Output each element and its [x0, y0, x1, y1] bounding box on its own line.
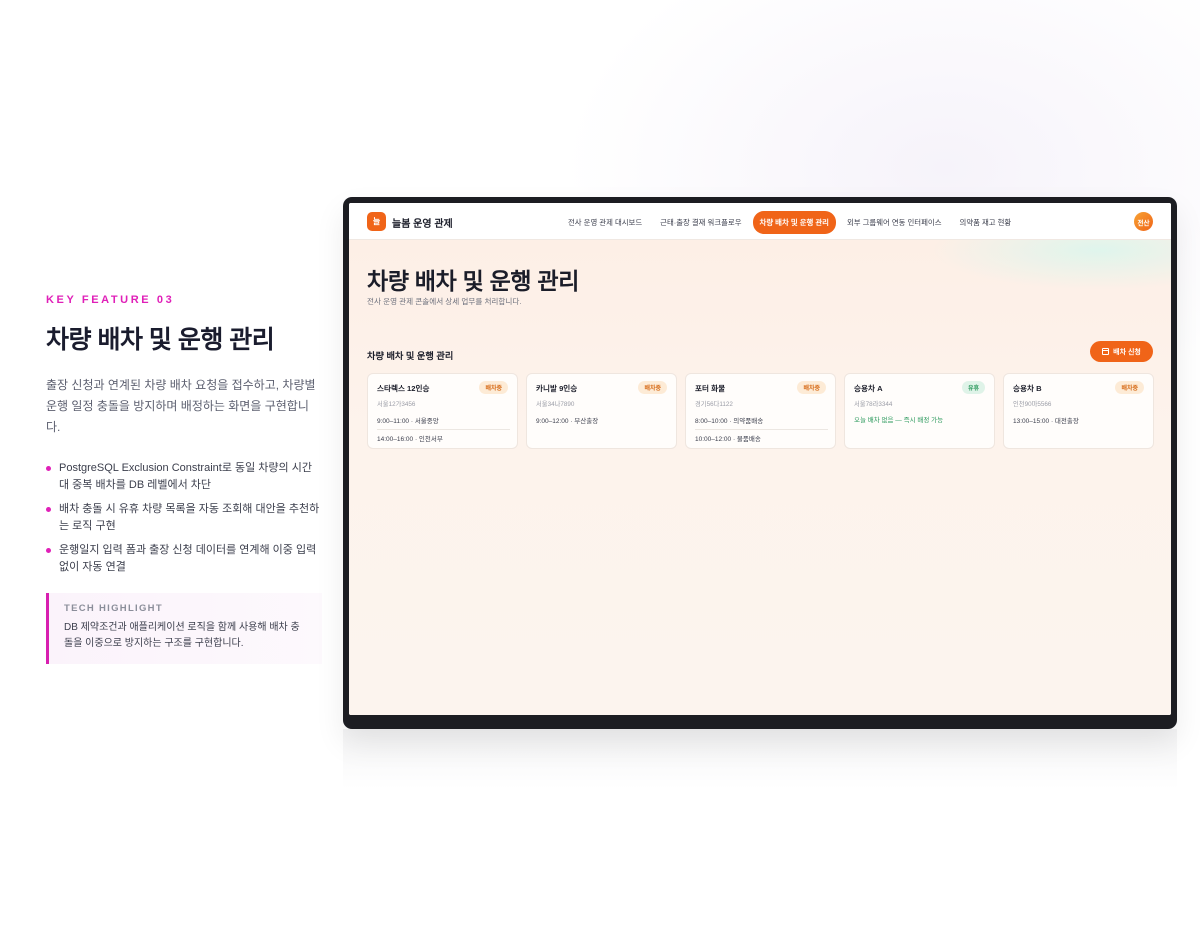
- device-reflection: [343, 729, 1177, 789]
- schedule-list: 9:00–12:00 · 부산출장: [536, 412, 669, 429]
- bullet-dot-icon: [46, 548, 51, 553]
- status-badge: 배차중: [1115, 381, 1144, 394]
- schedule-list: 8:00–10:00 · 의약품배송 10:00–12:00 · 물품배송: [695, 412, 828, 447]
- schedule-list: 오늘 배차 없음 — 즉시 배정 가능: [854, 412, 987, 428]
- main-nav: 전사 운영 관제 대시보드 근태·출장 결재 워크플로우 차량 배차 및 운행 …: [561, 211, 1018, 234]
- tech-highlight-label: TECH HIGHLIGHT: [64, 603, 163, 614]
- nav-item-approval-workflow[interactable]: 근태·출장 결재 워크플로우: [653, 211, 748, 234]
- schedule-list: 9:00–11:00 · 서울중앙 14:00–16:00 · 인천서부: [377, 412, 510, 447]
- schedule-item: 13:00–15:00 · 대전출장: [1013, 418, 1079, 425]
- nav-item-vehicle-dispatch[interactable]: 차량 배차 및 운행 관리: [752, 211, 836, 234]
- vehicle-card[interactable]: 승용차 B 배차중 인천90마5566 13:00–15:00 · 대전출장: [1003, 373, 1154, 449]
- availability-note: 오늘 배차 없음 — 즉시 배정 가능: [854, 417, 944, 424]
- feature-bullets: PostgreSQL Exclusion Constraint로 동일 차량의 …: [46, 460, 322, 576]
- vehicle-name: 카니발 9인승: [536, 384, 578, 393]
- status-badge: 배차중: [797, 381, 826, 394]
- schedule-item: 10:00–12:00 · 물품배송: [695, 436, 761, 443]
- vehicle-name: 승용차 B: [1013, 384, 1042, 393]
- vehicle-card[interactable]: 스타렉스 12인승 배차중 서울12가3456 9:00–11:00 · 서울중…: [367, 373, 518, 449]
- main-content: 차량 배차 및 운행 관리 전사 운영 관제 콘솔에서 상세 업무를 처리합니다…: [349, 240, 1171, 715]
- schedule-item: 9:00–12:00 · 부산출장: [536, 418, 599, 425]
- nav-item-medicine-inventory[interactable]: 의약품 재고 현황: [953, 211, 1019, 234]
- app-screen: 늘 늘봄 운영 관제 전사 운영 관제 대시보드 근태·출장 결재 워크플로우 …: [349, 203, 1171, 715]
- feature-bullet: 배차 충돌 시 유휴 차량 목록을 자동 조회해 대안을 추천하는 로직 구현: [46, 501, 322, 535]
- feature-bullet: PostgreSQL Exclusion Constraint로 동일 차량의 …: [46, 460, 322, 494]
- schedule-item: 14:00–16:00 · 인천서부: [377, 436, 443, 443]
- app-brand[interactable]: 늘봄 운영 관제: [392, 215, 453, 230]
- bullet-text: 배차 충돌 시 유휴 차량 목록을 자동 조회해 대안을 추천하는 로직 구현: [59, 503, 320, 532]
- nav-item-dashboard[interactable]: 전사 운영 관제 대시보드: [561, 211, 649, 234]
- vehicle-card[interactable]: 카니발 9인승 배차중 서울34나7890 9:00–12:00 · 부산출장: [526, 373, 677, 449]
- vehicle-plate: 서울12가3456: [377, 401, 416, 408]
- section-title: 차량 배차 및 운행 관리: [367, 351, 454, 361]
- page-title: 차량 배차 및 운행 관리: [367, 268, 580, 294]
- app-logo[interactable]: 늘: [367, 212, 386, 231]
- vehicle-plate: 경기56다1122: [695, 401, 733, 408]
- feature-title: 차량 배차 및 운행 관리: [46, 326, 275, 354]
- header-glow: [931, 240, 1171, 290]
- schedule-list: 13:00–15:00 · 대전출장: [1013, 412, 1146, 429]
- status-badge: 배차중: [638, 381, 667, 394]
- dispatch-request-label: 배차 신청: [1113, 348, 1141, 356]
- page-subtitle: 전사 운영 관제 콘솔에서 상세 업무를 처리합니다.: [367, 297, 522, 306]
- bullet-dot-icon: [46, 466, 51, 471]
- calendar-icon: [1102, 348, 1110, 355]
- tech-highlight-text: DB 제약조건과 애플리케이션 로직을 함께 사용해 배차 충돌을 이중으로 방…: [64, 622, 300, 649]
- bullet-text: 운행일지 입력 폼과 출장 신청 데이터를 연계해 이중 입력 없이 자동 연결: [59, 544, 317, 573]
- schedule-item: 9:00–11:00 · 서울중앙: [377, 412, 510, 430]
- schedule-item: 8:00–10:00 · 의약품배송: [695, 412, 828, 430]
- tech-highlight: TECH HIGHLIGHT DB 제약조건과 애플리케이션 로직을 함께 사용…: [46, 593, 322, 664]
- feature-kicker: KEY FEATURE 03: [46, 294, 175, 306]
- vehicle-name: 스타렉스 12인승: [377, 384, 430, 393]
- app-header: 늘 늘봄 운영 관제 전사 운영 관제 대시보드 근태·출장 결재 워크플로우 …: [349, 203, 1171, 240]
- user-avatar[interactable]: 전산: [1134, 212, 1153, 231]
- status-badge: 배차중: [479, 381, 508, 394]
- vehicle-card[interactable]: 포터 화물 배차중 경기56다1122 8:00–10:00 · 의약품배송 1…: [685, 373, 836, 449]
- vehicle-plate: 서울78라3344: [854, 401, 893, 408]
- feature-bullet: 운행일지 입력 폼과 출장 신청 데이터를 연계해 이중 입력 없이 자동 연결: [46, 542, 322, 576]
- device-frame: 늘 늘봄 운영 관제 전사 운영 관제 대시보드 근태·출장 결재 워크플로우 …: [343, 197, 1177, 729]
- dispatch-request-button[interactable]: 배차 신청: [1090, 341, 1153, 362]
- vehicle-name: 포터 화물: [695, 384, 726, 393]
- bullet-text: PostgreSQL Exclusion Constraint로 동일 차량의 …: [59, 462, 312, 491]
- nav-item-groupware-interface[interactable]: 외부 그룹웨어 연동 인터페이스: [840, 211, 949, 234]
- vehicle-plate: 서울34나7890: [536, 401, 575, 408]
- feature-description: 출장 신청과 연계된 차량 배차 요청을 접수하고, 차량별 운행 일정 충돌을…: [46, 378, 316, 434]
- vehicle-card[interactable]: 승용차 A 유휴 서울78라3344 오늘 배차 없음 — 즉시 배정 가능: [844, 373, 995, 449]
- vehicle-name: 승용차 A: [854, 384, 883, 393]
- bullet-dot-icon: [46, 507, 51, 512]
- vehicle-plate: 인천90마5566: [1013, 401, 1052, 408]
- status-badge: 유휴: [961, 381, 985, 394]
- feature-panel: KEY FEATURE 03 차량 배차 및 운행 관리 출장 신청과 연계된 …: [46, 294, 322, 664]
- vehicle-card-list: 스타렉스 12인승 배차중 서울12가3456 9:00–11:00 · 서울중…: [367, 373, 1154, 449]
